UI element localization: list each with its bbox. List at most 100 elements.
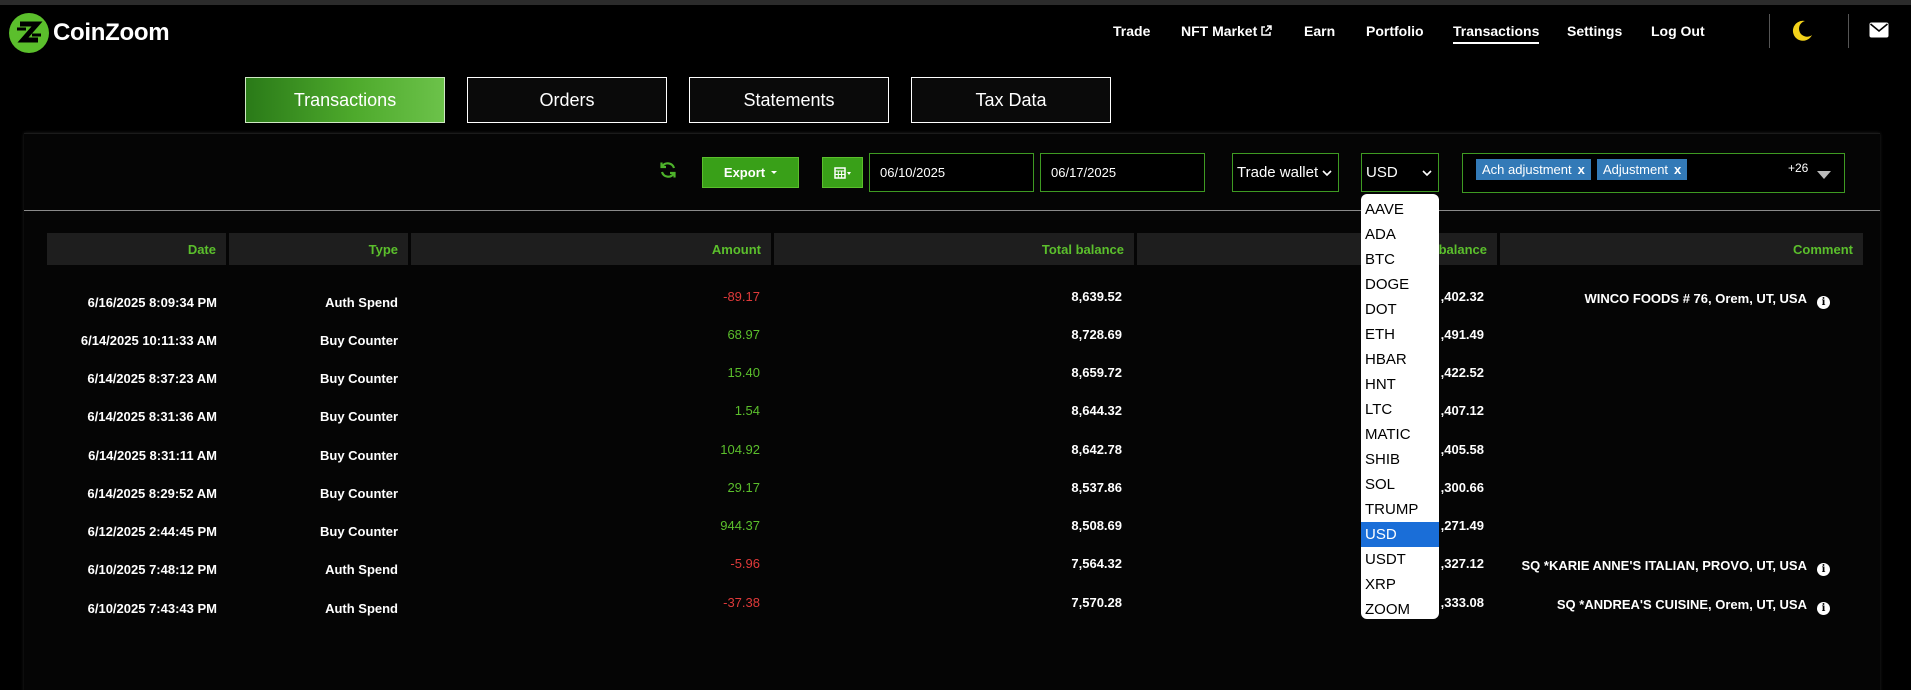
nav-portfolio[interactable]: Portfolio: [1366, 23, 1424, 39]
currency-option-usdt[interactable]: USDT: [1361, 547, 1439, 572]
cell-total-balance: 8,642.78: [1071, 442, 1122, 457]
info-icon[interactable]: i: [1817, 563, 1830, 576]
date-to-input[interactable]: 06/17/2025: [1040, 153, 1205, 192]
date-from-input[interactable]: 06/10/2025: [869, 153, 1034, 192]
chevron-down-icon: [1422, 170, 1432, 177]
cell-type: Auth Spend: [325, 562, 398, 577]
cell-total-balance: 8,639.52: [1071, 289, 1122, 304]
currency-option-xrp[interactable]: XRP: [1361, 572, 1439, 597]
cell-amount: 104.92: [720, 442, 760, 457]
cell-amount: -5.96: [730, 556, 760, 571]
info-icon[interactable]: i: [1817, 602, 1830, 615]
cell-type: Buy Counter: [320, 524, 398, 539]
nav-divider: [1848, 14, 1849, 48]
cell-comment: WINCO FOODS # 76, Orem, UT, USA i: [1584, 291, 1830, 309]
currency-option-shib[interactable]: SHIB: [1361, 447, 1439, 472]
cell-amount: -37.38: [723, 595, 760, 610]
currency-option-hbar[interactable]: HBAR: [1361, 347, 1439, 372]
cell-amount: 68.97: [727, 327, 760, 342]
nav-nft-market[interactable]: NFT Market: [1181, 23, 1272, 39]
cell-balance: ,402.32: [1440, 289, 1484, 304]
tag-remove-icon[interactable]: x: [1578, 162, 1585, 177]
type-tags-select[interactable]: Ach adjustment x Adjustment x +26: [1462, 153, 1845, 193]
currency-option-dot[interactable]: DOT: [1361, 297, 1439, 322]
cell-date: 6/14/2025 8:31:11 AM: [88, 448, 217, 463]
export-button[interactable]: Export: [702, 157, 799, 188]
comment-text: WINCO FOODS # 76, Orem, UT, USA: [1584, 291, 1808, 306]
cell-amount: 1.54: [734, 403, 760, 418]
cell-type: Buy Counter: [320, 333, 398, 348]
cell-total-balance: 8,659.72: [1071, 365, 1122, 380]
cell-balance: ,405.58: [1440, 442, 1484, 457]
wallet-select[interactable]: Trade wallet: [1232, 153, 1339, 192]
tab-orders[interactable]: Orders: [467, 77, 667, 123]
mail-icon[interactable]: [1869, 22, 1889, 43]
currency-select-value: USD: [1366, 164, 1398, 181]
currency-option-matic[interactable]: MATIC: [1361, 422, 1439, 447]
cell-balance: ,422.52: [1440, 365, 1484, 380]
tag-adjustment: Adjustment x: [1597, 159, 1688, 180]
currency-option-btc[interactable]: BTC: [1361, 247, 1439, 272]
currency-option-trump[interactable]: TRUMP: [1361, 497, 1439, 522]
cell-amount: 29.17: [727, 480, 760, 495]
col-total-balance[interactable]: Total balance: [774, 233, 1134, 265]
cell-total-balance: 8,508.69: [1071, 518, 1122, 533]
currency-select[interactable]: USD: [1361, 153, 1439, 192]
tab-tax-data[interactable]: Tax Data: [911, 77, 1111, 123]
cell-type: Buy Counter: [320, 409, 398, 424]
export-label: Export: [723, 165, 766, 180]
currency-option-ada[interactable]: ADA: [1361, 222, 1439, 247]
coinzoom-logo-icon: [9, 13, 49, 53]
cell-amount: 944.37: [720, 518, 760, 533]
tab-statements[interactable]: Statements: [689, 77, 889, 123]
cell-date: 6/14/2025 8:29:52 AM: [87, 486, 217, 501]
nav-divider: [1769, 14, 1770, 48]
col-date[interactable]: Date: [47, 233, 226, 265]
cell-date: 6/12/2025 2:44:45 PM: [87, 524, 217, 539]
cell-type: Auth Spend: [325, 295, 398, 310]
col-type[interactable]: Type: [229, 233, 408, 265]
nav-trade[interactable]: Trade: [1113, 23, 1150, 39]
cell-balance: ,271.49: [1440, 518, 1484, 533]
moon-icon[interactable]: [1790, 19, 1814, 48]
cell-total-balance: 8,728.69: [1071, 327, 1122, 342]
cell-total-balance: 7,564.32: [1071, 556, 1122, 571]
nav-transactions[interactable]: Transactions: [1453, 23, 1540, 44]
refresh-icon[interactable]: [658, 160, 678, 185]
cell-date: 6/14/2025 8:37:23 AM: [87, 371, 217, 386]
cell-amount: 15.40: [727, 365, 760, 380]
currency-option-zoom[interactable]: ZOOM: [1361, 597, 1439, 619]
tag-label: Ach adjustment: [1482, 162, 1572, 177]
currency-option-hnt[interactable]: HNT: [1361, 372, 1439, 397]
tag-label: Adjustment: [1603, 162, 1669, 177]
brand-name: CoinZoom: [53, 19, 170, 46]
currency-option-ltc[interactable]: LTC: [1361, 397, 1439, 422]
cell-total-balance: 8,537.86: [1071, 480, 1122, 495]
cell-balance: ,491.49: [1440, 327, 1484, 342]
nav-earn[interactable]: Earn: [1304, 23, 1335, 39]
caret-down-icon[interactable]: [1817, 171, 1831, 179]
cell-date: 6/14/2025 8:31:36 AM: [87, 409, 217, 424]
currency-option-eth[interactable]: ETH: [1361, 322, 1439, 347]
info-icon[interactable]: i: [1817, 296, 1830, 309]
cell-date: 6/16/2025 8:09:34 PM: [87, 295, 217, 310]
brand-logo[interactable]: CoinZoom: [9, 13, 170, 53]
cell-balance: ,407.12: [1440, 403, 1484, 418]
calendar-button[interactable]: [822, 157, 863, 188]
col-amount[interactable]: Amount: [411, 233, 771, 265]
cell-date: 6/14/2025 10:11:33 AM: [80, 333, 217, 348]
cell-balance: ,327.12: [1440, 556, 1484, 571]
nav-log-out[interactable]: Log Out: [1651, 23, 1705, 39]
currency-option-usd[interactable]: USD: [1361, 522, 1439, 547]
col-balance[interactable]: balance: [1137, 233, 1497, 265]
cell-comment: SQ *KARIE ANNE'S ITALIAN, PROVO, UT, USA…: [1521, 558, 1830, 576]
currency-option-sol[interactable]: SOL: [1361, 472, 1439, 497]
currency-option-doge[interactable]: DOGE: [1361, 272, 1439, 297]
col-comment[interactable]: Comment: [1500, 233, 1863, 265]
calendar-icon: [833, 166, 851, 179]
tab-transactions[interactable]: Transactions: [245, 77, 445, 123]
nav-settings[interactable]: Settings: [1567, 23, 1622, 39]
comment-text: SQ *ANDREA'S CUISINE, Orem, UT, USA: [1556, 597, 1807, 612]
tag-remove-icon[interactable]: x: [1674, 162, 1681, 177]
currency-option-aave[interactable]: AAVE: [1361, 197, 1439, 222]
